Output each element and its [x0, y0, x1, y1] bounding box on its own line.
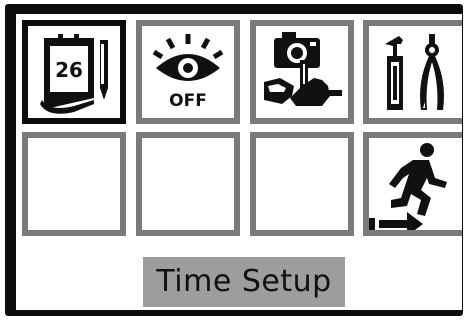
- eye-off-icon: OFF: [152, 34, 224, 111]
- caption-label: Time Setup: [143, 257, 345, 307]
- hand-camera-icon: [264, 32, 342, 106]
- menu-tile-tools[interactable]: [363, 20, 462, 124]
- menu-tile-empty-3[interactable]: [250, 132, 354, 236]
- menu-tile-empty-2[interactable]: [136, 132, 240, 236]
- menu-tile-exit[interactable]: [363, 132, 462, 236]
- tools-icon: [385, 34, 444, 110]
- menu-tile-capture[interactable]: [250, 20, 354, 124]
- exit-icon: [369, 143, 447, 230]
- calendar-icon: 26: [40, 34, 108, 114]
- menu-tile-empty-1[interactable]: [22, 132, 126, 236]
- menu-panel: 26 OFF Time Setup: [16, 14, 462, 310]
- eye-off-label: OFF: [169, 91, 207, 111]
- menu-tile-time-setup[interactable]: 26: [22, 20, 126, 124]
- calendar-date-text: 26: [55, 58, 83, 82]
- menu-tile-eye-off[interactable]: OFF: [136, 20, 240, 124]
- screen-bezel: 26 OFF Time Setup: [5, 4, 463, 316]
